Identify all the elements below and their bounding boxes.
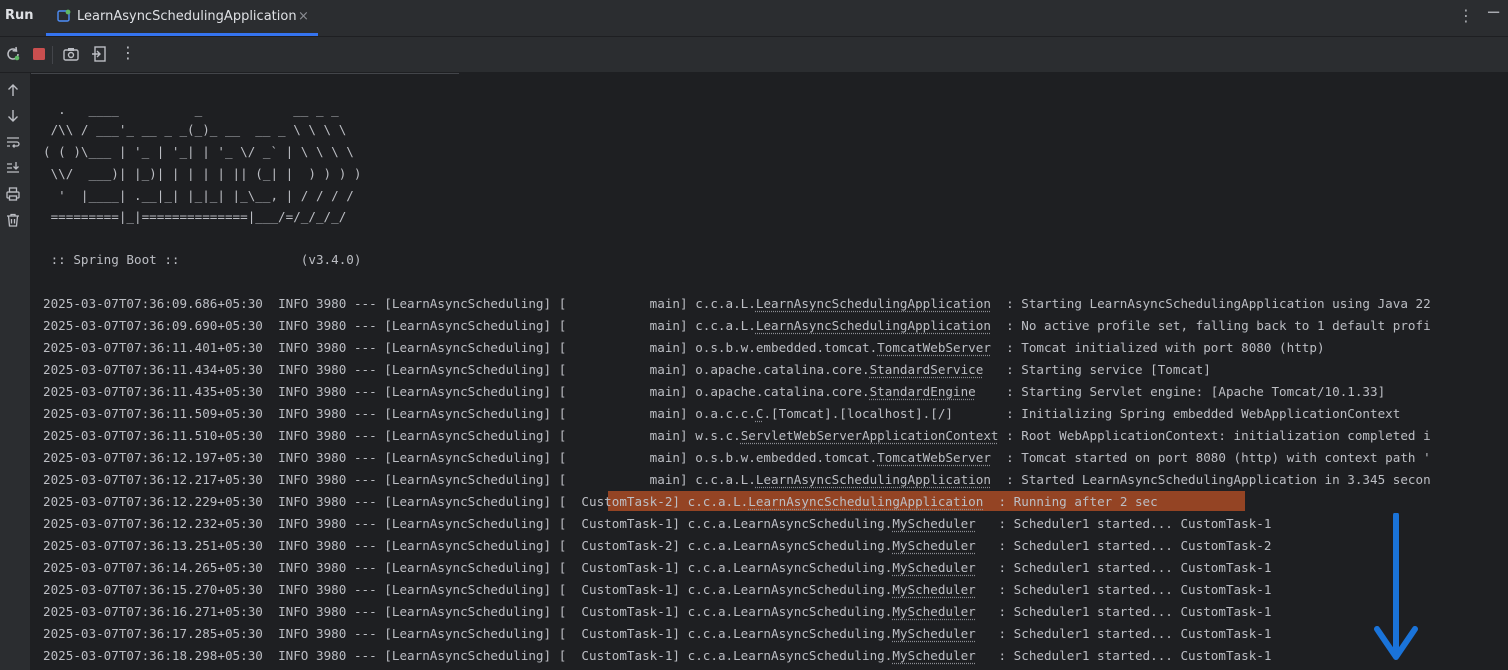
log-line: 2025-03-07T07:36:15.270+05:30 INFO 3980 … [43,582,1272,597]
banner-line: \\/ ___)| |_)| | | | | || (_| | ) ) ) ) [43,166,362,181]
options-menu-icon[interactable]: ⋮ [1458,6,1474,25]
log-line: 2025-03-07T07:36:09.690+05:30 INFO 3980 … [43,318,1431,333]
log-line: 2025-03-07T07:36:16.271+05:30 INFO 3980 … [43,604,1272,619]
console-top-divider [31,73,459,74]
run-config-icon [57,9,71,22]
log-line: 2025-03-07T07:36:12.232+05:30 INFO 3980 … [43,516,1272,531]
logger-class-link[interactable]: MyScheduler [892,604,975,619]
rerun-icon[interactable] [4,45,22,63]
log-line: 2025-03-07T07:36:11.435+05:30 INFO 3980 … [43,384,1386,399]
banner-line: /\\ / ___'_ __ _ _(_)_ __ __ _ \ \ \ \ [43,122,347,137]
log-line: 2025-03-07T07:36:11.434+05:30 INFO 3980 … [43,362,1211,377]
log-line: 2025-03-07T07:36:11.510+05:30 INFO 3980 … [43,428,1431,443]
log-line: 2025-03-07T07:36:11.401+05:30 INFO 3980 … [43,340,1325,355]
exit-icon[interactable] [90,45,108,63]
logger-class-link[interactable]: MyScheduler [892,538,975,553]
banner-line: =========|_|==============|___/=/_/_/_/ [43,209,347,224]
tab-learn-async-scheduling[interactable]: LearnAsyncSchedulingApplication × [46,0,318,36]
logger-class-link[interactable]: MyScheduler [892,648,975,663]
run-tool-label: Run [5,8,34,23]
logger-class-link[interactable]: MyScheduler [892,516,975,531]
logger-class-link[interactable]: StandardEngine [870,384,976,399]
log-line: 2025-03-07T07:36:14.265+05:30 INFO 3980 … [43,560,1272,575]
log-line: 2025-03-07T07:36:12.217+05:30 INFO 3980 … [43,472,1431,487]
trash-icon[interactable] [5,212,21,228]
log-line-highlighted: 2025-03-07T07:36:12.229+05:30 INFO 3980 … [43,494,1158,509]
print-icon[interactable] [5,186,21,202]
tool-window-header: Run LearnAsyncSchedulingApplication × ⋮ … [0,0,1508,37]
camera-icon[interactable] [62,45,80,63]
stop-icon[interactable] [30,45,48,63]
log-line: 2025-03-07T07:36:18.298+05:30 INFO 3980 … [43,648,1272,663]
console-output[interactable]: . ____ _ __ _ _ /\\ / ___'_ __ _ _(_)_ _… [31,73,1508,670]
logger-class-link[interactable]: TomcatWebServer [877,450,991,465]
logger-class-link[interactable]: LearnAsyncSchedulingApplication [756,472,991,487]
log-line: 2025-03-07T07:36:13.251+05:30 INFO 3980 … [43,538,1272,553]
scroll-down-annotation-arrow-icon [1374,513,1418,660]
log-line: 2025-03-07T07:36:17.285+05:30 INFO 3980 … [43,626,1272,641]
arrow-up-icon[interactable] [5,82,21,98]
console-side-toolbar [0,73,31,670]
toolbar-separator [52,46,53,64]
logger-class-link[interactable]: StandardService [870,362,984,377]
banner-line: ( ( )\___ | '_ | '_| | '_ \/ _` | \ \ \ … [43,144,354,159]
arrow-down-icon[interactable] [5,108,21,124]
more-icon[interactable]: ⋮ [120,43,138,62]
logger-class-link[interactable]: LearnAsyncSchedulingApplication [756,296,991,311]
logger-class-link[interactable]: LearnAsyncSchedulingApplication [756,318,991,333]
scroll-to-end-icon[interactable] [5,160,21,176]
banner-line: . ____ _ __ _ _ [43,102,339,117]
soft-wrap-icon[interactable] [5,134,21,150]
log-line: 2025-03-07T07:36:09.686+05:30 INFO 3980 … [43,296,1431,311]
spring-boot-version-line: :: Spring Boot :: (v3.4.0) [43,252,362,267]
run-toolbar: ⋮ [0,37,1508,73]
close-tab-icon[interactable]: × [298,9,309,24]
logger-class-link[interactable]: TomcatWebServer [877,340,991,355]
logger-class-link[interactable]: LearnAsyncSchedulingApplication [748,494,983,509]
tab-title: LearnAsyncSchedulingApplication [77,9,297,24]
minimize-icon[interactable]: − [1486,2,1501,23]
log-line: 2025-03-07T07:36:11.509+05:30 INFO 3980 … [43,406,1401,421]
logger-class-link[interactable]: ServletWebServerApplicationContext [741,428,999,443]
log-line: 2025-03-07T07:36:12.197+05:30 INFO 3980 … [43,450,1431,465]
logger-class-link[interactable]: MyScheduler [892,626,975,641]
logger-class-link[interactable]: MyScheduler [892,582,975,597]
logger-class-link[interactable]: MyScheduler [892,560,975,575]
banner-line: ' |____| .__|_| |_|_| |_\__, | / / / / [43,188,354,203]
